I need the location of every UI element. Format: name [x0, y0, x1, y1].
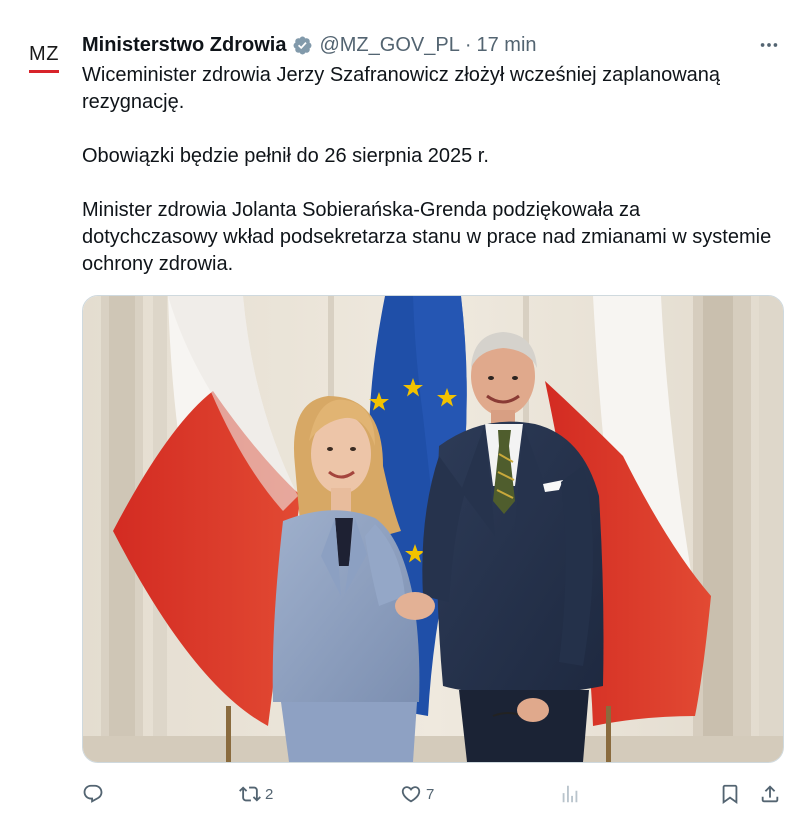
more-options-icon[interactable] — [758, 34, 780, 56]
tweet-text: Wiceminister zdrowia Jerzy Szafranowicz … — [82, 62, 772, 278]
retweet-icon — [239, 786, 261, 802]
handle[interactable]: @MZ_GOV_PL — [319, 34, 459, 57]
tweet-paragraph: Minister zdrowia Jolanta Sobierańska-Gre… — [82, 199, 772, 275]
verified-badge-icon[interactable] — [292, 35, 313, 56]
avatar[interactable]: MZ — [18, 30, 70, 82]
tweet-header: Ministerstwo Zdrowia @MZ_GOV_PL · 17 min — [82, 32, 537, 58]
views-icon — [562, 785, 578, 803]
retweet-count: 2 — [265, 785, 274, 803]
heart-icon — [401, 786, 421, 803]
action-bar: 2 7 — [82, 780, 787, 808]
tweet: MZ Ministerstwo Zdrowia @MZ_GOV_PL · 17 … — [0, 0, 800, 823]
views-button[interactable] — [559, 780, 585, 808]
share-icon — [761, 785, 779, 803]
timestamp[interactable]: 17 min — [476, 34, 536, 57]
tweet-photo[interactable] — [82, 295, 784, 763]
share-button[interactable] — [759, 780, 781, 808]
photo-scene — [83, 296, 783, 762]
retweet-button[interactable]: 2 — [239, 780, 273, 808]
bookmark-button[interactable] — [719, 780, 741, 808]
header-separator: · — [464, 33, 472, 56]
tweet-paragraph: Wiceminister zdrowia Jerzy Szafranowicz … — [82, 64, 721, 113]
like-button[interactable]: 7 — [400, 780, 434, 808]
reply-button[interactable] — [82, 780, 108, 808]
display-name[interactable]: Ministerstwo Zdrowia — [82, 34, 286, 57]
bookmark-icon — [722, 784, 738, 805]
tweet-paragraph: Obowiązki będzie pełnił do 26 sierpnia 2… — [82, 145, 489, 167]
avatar-logo-bar — [29, 69, 59, 73]
like-count: 7 — [426, 785, 435, 803]
reply-icon — [83, 784, 103, 803]
avatar-logo-text: MZ — [29, 42, 59, 65]
